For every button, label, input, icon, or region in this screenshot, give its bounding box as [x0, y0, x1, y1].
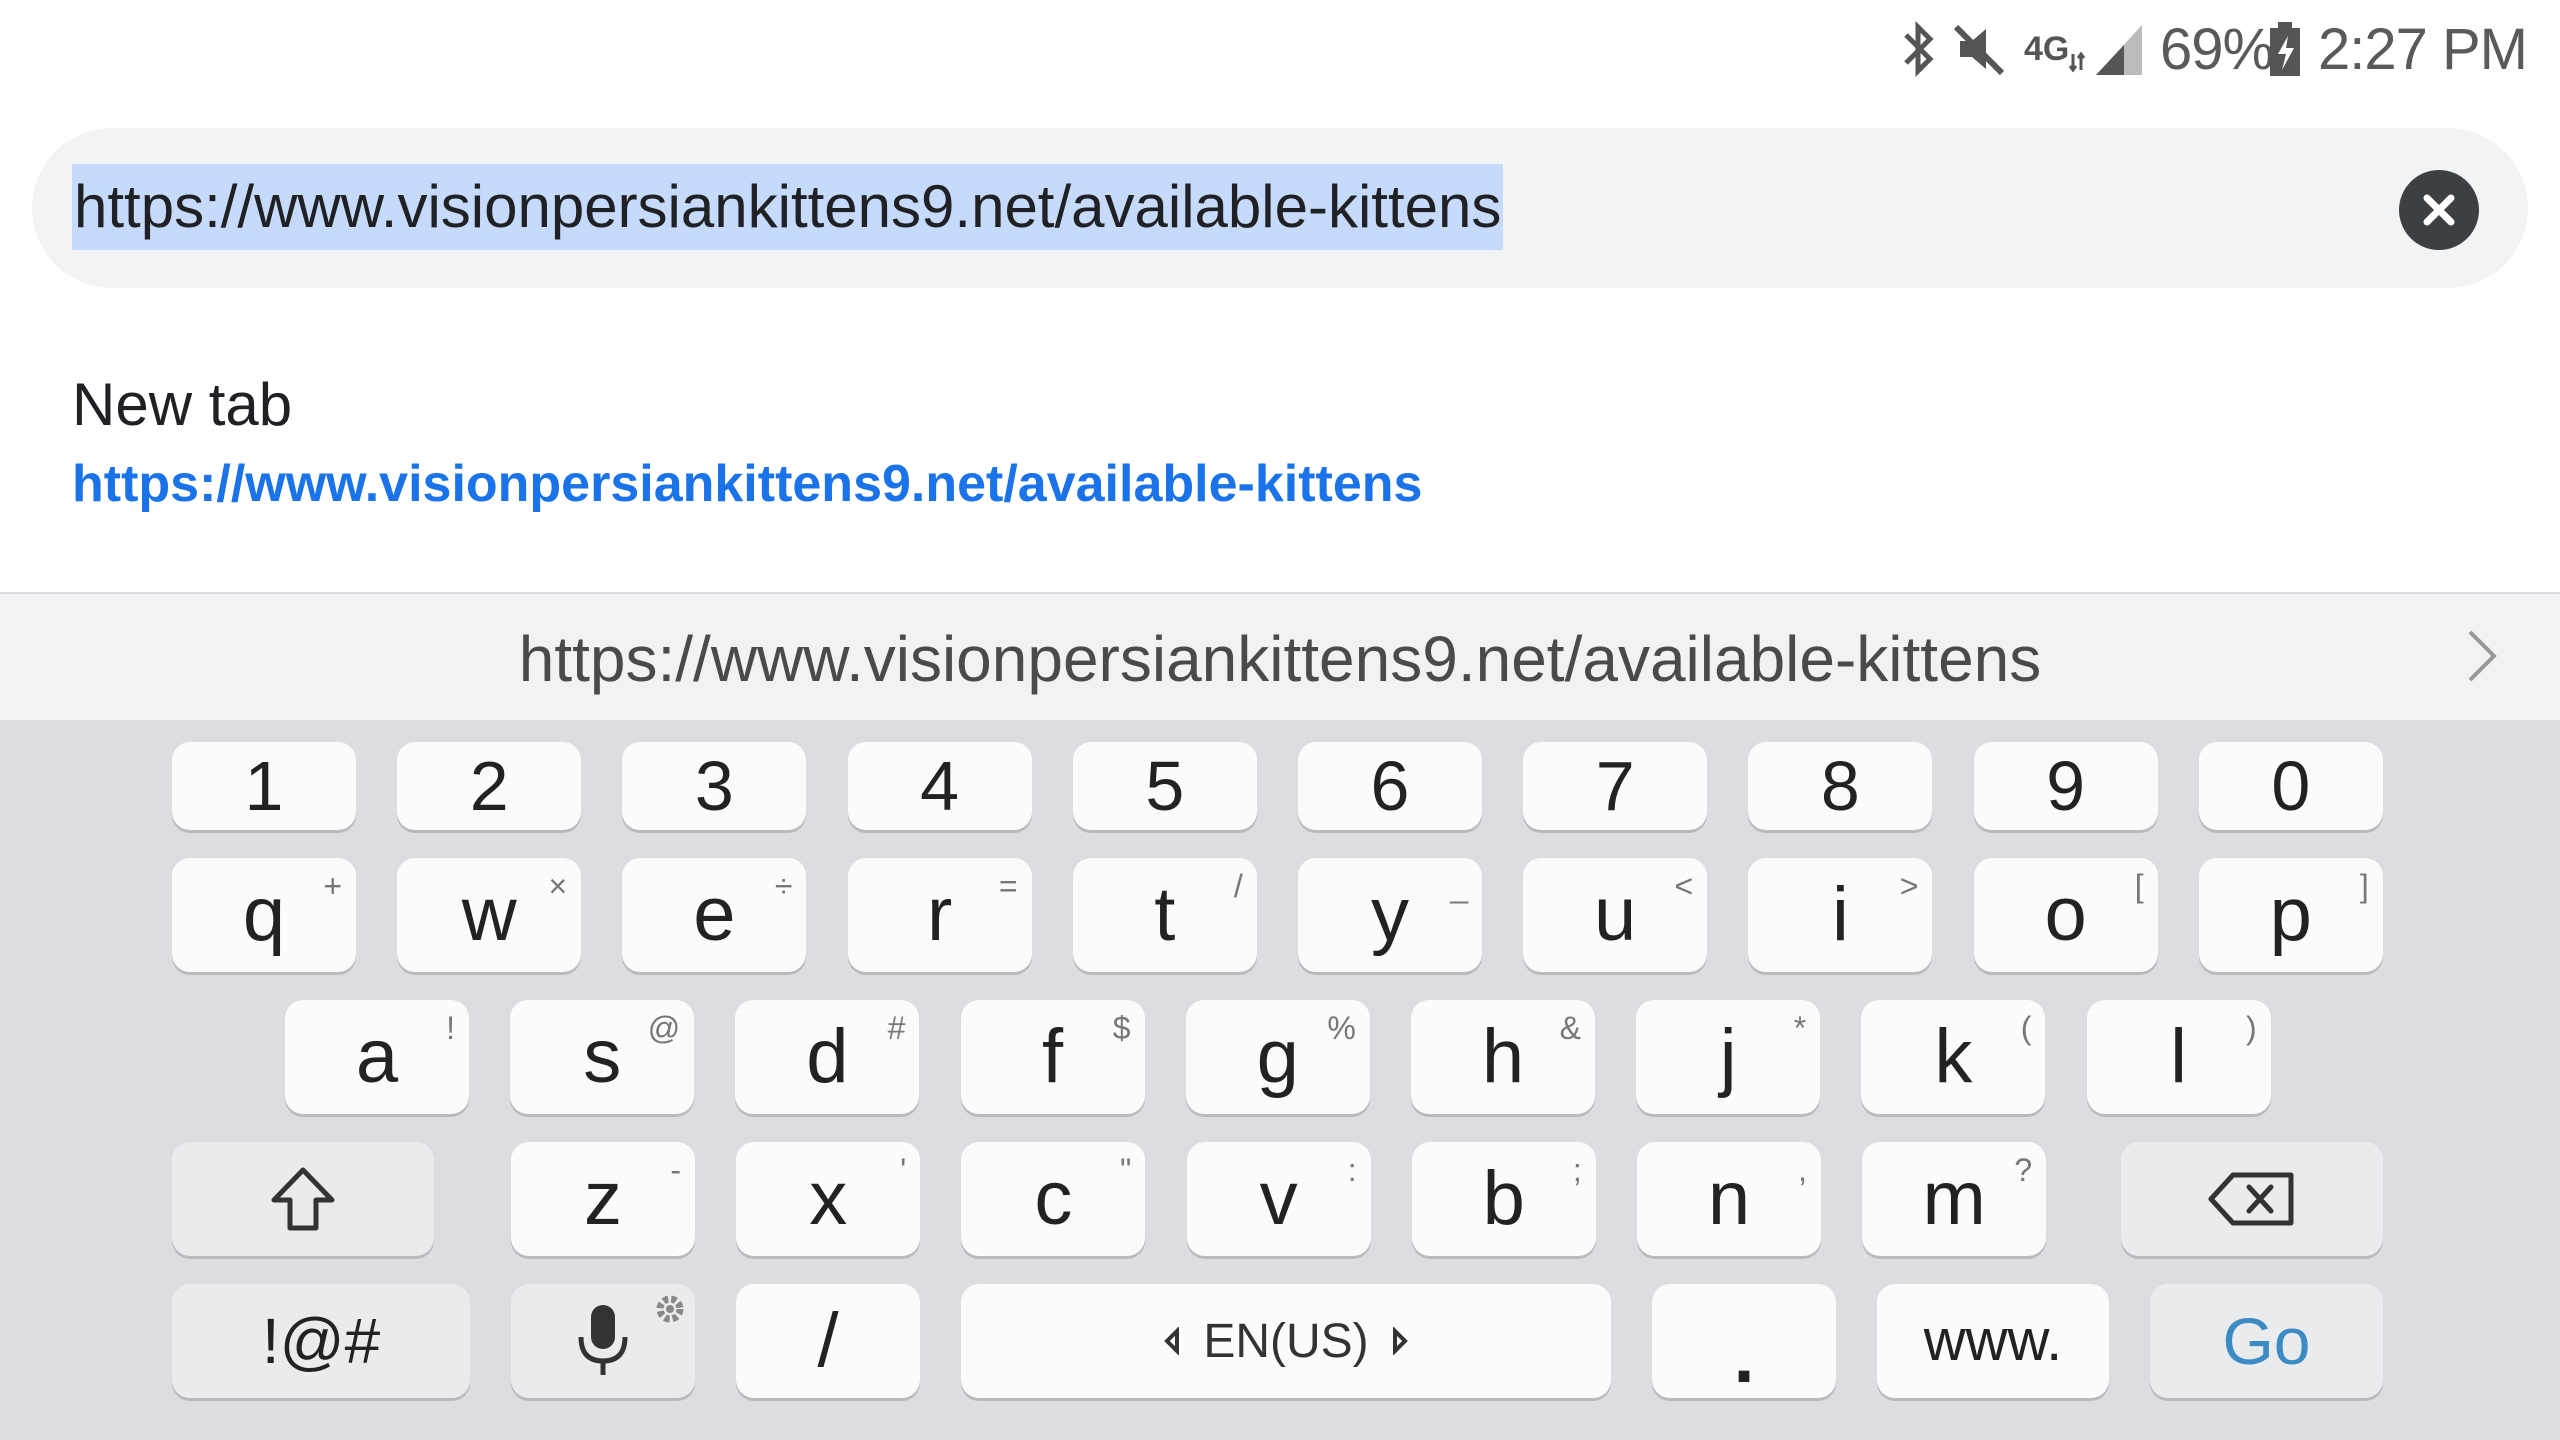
letter-key-h[interactable]: h &	[1411, 1000, 1595, 1114]
letter-key-e[interactable]: e ÷	[622, 858, 807, 972]
lte-icon: 4G	[2024, 14, 2087, 84]
number-key-7[interactable]: 7	[1523, 742, 1708, 830]
www-key[interactable]: www.	[1877, 1284, 2109, 1398]
letter-key-j[interactable]: j *	[1636, 1000, 1821, 1114]
omnibox-suggestion[interactable]: New tab https://www.visionpersiankittens…	[0, 330, 2560, 530]
language-left-arrow-icon	[1164, 1327, 1180, 1355]
backspace-icon	[2208, 1172, 2294, 1226]
letter-key-g[interactable]: g%	[1185, 1000, 1370, 1114]
key-hint: &	[1559, 1010, 1581, 1046]
key-hint: *	[1793, 1010, 1807, 1046]
letter-key-q[interactable]: q +	[172, 858, 356, 972]
key-hint: '	[900, 1152, 907, 1188]
language-right-arrow-icon	[1392, 1327, 1408, 1355]
key-hint: ]	[2359, 868, 2369, 904]
key-hint: ;	[1572, 1152, 1582, 1188]
clock: 2:27 PM	[2318, 16, 2528, 82]
letter-key-v[interactable]: v:	[1186, 1142, 1371, 1256]
key-hint: "	[1120, 1152, 1132, 1188]
key-hint: ,	[1798, 1152, 1807, 1188]
letter-key-k[interactable]: k(	[1861, 1000, 2046, 1114]
key-hint: :	[1347, 1152, 1357, 1188]
keyboard-suggestion-strip[interactable]: https://www.visionpersiankittens9.net/av…	[0, 592, 2560, 720]
battery-percent: 69%	[2160, 16, 2274, 82]
suggestion-title: New tab	[72, 371, 293, 438]
key-hint: ?	[2014, 1152, 2033, 1188]
url-input[interactable]: https://www.visionpersiankittens9.net/av…	[72, 164, 1504, 250]
letter-key-p[interactable]: p]	[2198, 858, 2383, 972]
keyboard: 1234567890 q + w × e ÷ r = t / y _ u < i > o[ p] a! s @ d # f $…	[0, 720, 2560, 1440]
shift-key[interactable]	[172, 1142, 434, 1256]
signal-icon	[2094, 14, 2144, 84]
key-hint: !	[446, 1010, 455, 1046]
key-hint: _	[1450, 868, 1468, 904]
key-hint: )	[2245, 1010, 2257, 1046]
key-hint: ×	[548, 868, 568, 904]
number-key-6[interactable]: 6	[1298, 742, 1482, 830]
number-key-2[interactable]: 2	[397, 742, 582, 830]
keyboard-suggestion-text[interactable]: https://www.visionpersiankittens9.net/av…	[0, 622, 2560, 696]
space-key[interactable]: EN(US)	[961, 1284, 1611, 1398]
microphone-icon	[578, 1305, 628, 1375]
letter-key-f[interactable]: f $	[960, 1000, 1145, 1114]
letter-key-o[interactable]: o[	[1973, 858, 2158, 972]
letter-key-w[interactable]: w ×	[397, 858, 582, 972]
number-key-0[interactable]: 0	[2198, 742, 2383, 830]
suggestion-url: https://www.visionpersiankittens9.net/av…	[72, 455, 1423, 513]
number-key-4[interactable]: 4	[847, 742, 1032, 830]
letter-key-a[interactable]: a!	[285, 1000, 469, 1114]
backspace-key[interactable]	[2121, 1142, 2383, 1256]
close-icon	[2423, 194, 2455, 226]
key-hint: #	[887, 1010, 906, 1046]
key-hint: =	[998, 868, 1018, 904]
letter-key-c[interactable]: c "	[961, 1142, 1146, 1256]
letter-key-z[interactable]: z-	[511, 1142, 695, 1256]
go-key[interactable]: Go	[2150, 1284, 2383, 1398]
language-label: EN(US)	[1203, 1314, 1369, 1368]
key-hint: [	[2134, 868, 2144, 904]
letter-key-r[interactable]: r =	[847, 858, 1032, 972]
bluetooth-icon	[1896, 14, 1940, 84]
number-key-3[interactable]: 3	[622, 742, 807, 830]
number-key-5[interactable]: 5	[1072, 742, 1257, 830]
number-key-1[interactable]: 1	[172, 742, 356, 830]
letter-key-i[interactable]: i >	[1748, 858, 1933, 972]
number-key-9[interactable]: 9	[1973, 742, 2158, 830]
chevron-right-icon[interactable]	[2462, 624, 2502, 688]
letter-key-l[interactable]: l)	[2086, 1000, 2271, 1114]
key-hint: @	[647, 1010, 681, 1046]
number-key-8[interactable]: 8	[1748, 742, 1933, 830]
letter-key-b[interactable]: b;	[1411, 1142, 1596, 1256]
shift-icon	[271, 1167, 335, 1231]
key-hint: -	[670, 1152, 681, 1188]
key-hint: /	[1233, 868, 1243, 904]
key-hint: %	[1327, 1010, 1356, 1046]
url-bar[interactable]: https://www.visionpersiankittens9.net/av…	[32, 128, 2528, 288]
letter-key-d[interactable]: d #	[735, 1000, 920, 1114]
key-hint: >	[1899, 868, 1919, 904]
symbols-key[interactable]: !@#	[172, 1284, 470, 1398]
settings-gear-icon	[656, 1295, 684, 1323]
key-hint: <	[1674, 868, 1694, 904]
key-hint: +	[323, 868, 342, 904]
key-hint: $	[1112, 1010, 1131, 1046]
letter-key-n[interactable]: n,	[1637, 1142, 1821, 1256]
period-key[interactable]: .	[1652, 1284, 1836, 1398]
mute-icon	[1952, 14, 2008, 84]
letter-key-y[interactable]: y _	[1298, 858, 1482, 972]
clear-url-button[interactable]	[2399, 170, 2479, 250]
slash-key[interactable]: /	[736, 1284, 920, 1398]
letter-key-x[interactable]: x '	[736, 1142, 921, 1256]
battery-icon	[2268, 14, 2302, 84]
letter-key-u[interactable]: u <	[1523, 858, 1708, 972]
letter-key-s[interactable]: s @	[510, 1000, 695, 1114]
key-hint: (	[2020, 1010, 2032, 1046]
key-hint: ÷	[774, 868, 793, 904]
status-bar: 4G 69% 2:27 PM	[0, 0, 2560, 104]
voice-input-key[interactable]	[511, 1284, 695, 1398]
letter-key-t[interactable]: t /	[1072, 858, 1257, 972]
letter-key-m[interactable]: m?	[1862, 1142, 2047, 1256]
